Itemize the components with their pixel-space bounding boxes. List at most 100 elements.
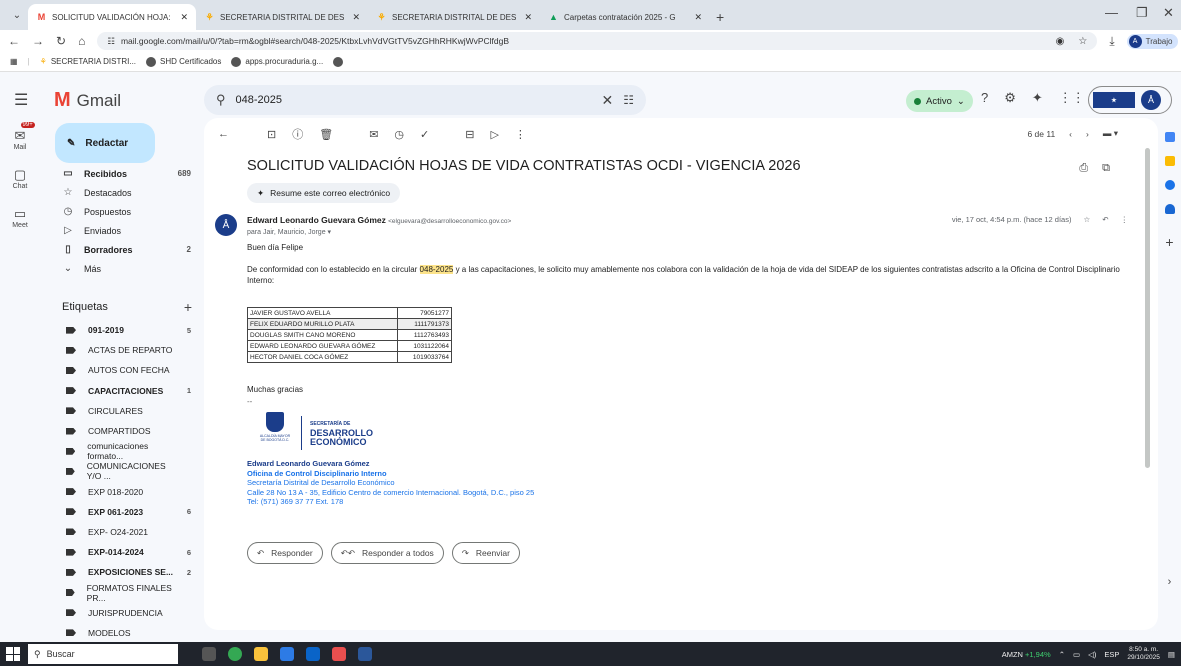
- nav-item-sent[interactable]: ▷ Enviados: [48, 221, 203, 240]
- tray-chevron-icon[interactable]: ⌃: [1059, 650, 1065, 659]
- close-window-icon[interactable]: ✕: [1163, 5, 1174, 21]
- compose-button[interactable]: ✎ Redactar: [55, 123, 155, 163]
- minimize-icon[interactable]: —: [1105, 5, 1118, 20]
- store-icon[interactable]: [280, 647, 294, 661]
- maximize-icon[interactable]: ❐: [1136, 5, 1148, 21]
- reply-button[interactable]: ↶ Responder: [247, 542, 323, 564]
- bookmark-item[interactable]: ⚘ SECRETARIA DISTRI...: [40, 57, 136, 66]
- main-menu-icon[interactable]: ☰: [14, 90, 28, 110]
- clock[interactable]: 8:50 a. m. 29/10/2025: [1127, 646, 1160, 662]
- star-icon[interactable]: ☆: [1083, 215, 1090, 224]
- label-item[interactable]: EXP- O24-2021: [48, 522, 203, 542]
- apps-grid-icon[interactable]: ▦: [10, 57, 18, 66]
- close-tab-icon[interactable]: ✕: [694, 12, 702, 23]
- task-view-icon[interactable]: [202, 647, 216, 661]
- keep-icon[interactable]: [1164, 156, 1175, 166]
- search-icon[interactable]: ⚲: [216, 92, 226, 108]
- mark-unread-icon[interactable]: ✉: [369, 128, 378, 141]
- label-item[interactable]: EXPOSICIONES SE... 2: [48, 562, 203, 582]
- gmail-logo[interactable]: M Gmail: [54, 89, 121, 112]
- stock-widget[interactable]: AMZN +1,94%: [1002, 650, 1051, 659]
- expand-panel-icon[interactable]: ›: [1168, 576, 1172, 588]
- site-info-icon[interactable]: ☷: [107, 36, 115, 47]
- home-icon[interactable]: ⌂: [78, 34, 85, 48]
- label-item[interactable]: COMPARTIDOS: [48, 421, 203, 441]
- volume-icon[interactable]: ◁): [1088, 650, 1096, 659]
- rail-meet[interactable]: ▭ Meet: [0, 206, 40, 229]
- add-task-icon[interactable]: ✓: [420, 128, 429, 141]
- download-icon[interactable]: ⤓: [1109, 34, 1114, 49]
- forward-icon[interactable]: →: [32, 34, 44, 48]
- label-item[interactable]: EXP 018-2020: [48, 482, 203, 502]
- search-input[interactable]: 048-2025: [236, 94, 283, 106]
- add-addon-icon[interactable]: +: [1165, 234, 1173, 250]
- apps-grid-icon[interactable]: ⋮⋮: [1059, 90, 1085, 106]
- browser-tab[interactable]: M SOLICITUD VALIDACIÓN HOJA: ✕: [28, 4, 196, 30]
- contacts-icon[interactable]: [1164, 204, 1175, 214]
- next-icon[interactable]: ›: [1086, 129, 1089, 139]
- nav-item-drafts[interactable]: ▯ Borradores 2: [48, 240, 203, 259]
- taskbar-search[interactable]: ⚲ Buscar: [28, 644, 178, 664]
- browser-tab[interactable]: ⚘ SECRETARIA DISTRITAL DE DES ✕: [196, 4, 368, 30]
- url-field[interactable]: ☷ mail.google.com/mail/u/0/?tab=rm&ogbl#…: [97, 32, 1098, 50]
- word-icon[interactable]: [358, 647, 372, 661]
- more-options-icon[interactable]: ⋮: [1121, 215, 1129, 224]
- recipients[interactable]: para Jair, Mauricio, Jorge ▾: [247, 228, 331, 236]
- label-item[interactable]: EXP-014-2024 6: [48, 542, 203, 562]
- windows-start-icon[interactable]: [6, 647, 20, 661]
- back-arrow-icon[interactable]: ←: [218, 128, 229, 140]
- bookmark-item[interactable]: SHD Certificados: [146, 56, 221, 67]
- bookmark-item[interactable]: [333, 56, 344, 67]
- search-options-icon[interactable]: ☷: [623, 93, 634, 107]
- close-tab-icon[interactable]: ✕: [352, 12, 360, 23]
- nav-item-starred[interactable]: ☆ Destacados: [48, 183, 203, 202]
- nav-item-inbox[interactable]: ▭ Recibidos 689: [48, 164, 203, 183]
- print-icon[interactable]: ⎙: [1079, 162, 1088, 175]
- clear-search-icon[interactable]: ✕: [602, 92, 614, 109]
- input-tools-icon[interactable]: ▬ ▾: [1103, 128, 1118, 139]
- label-icon[interactable]: ▷: [490, 128, 498, 141]
- settings-gear-icon[interactable]: ⚙: [1004, 90, 1016, 106]
- label-item[interactable]: 091-2019 5: [48, 320, 203, 340]
- label-item[interactable]: ACTAS DE REPARTO: [48, 340, 203, 360]
- label-item[interactable]: AUTOS CON FECHA: [48, 360, 203, 380]
- reload-icon[interactable]: ↻: [56, 34, 66, 48]
- label-item[interactable]: CAPACITACIONES 1: [48, 381, 203, 401]
- label-item[interactable]: JURISPRUDENCIA: [48, 603, 203, 623]
- status-chip[interactable]: Activo ⌄: [906, 90, 973, 112]
- add-label-icon[interactable]: +: [184, 299, 192, 315]
- label-item[interactable]: FORMATOS FINALES PR...: [48, 582, 203, 603]
- bookmark-star-icon[interactable]: ☆: [1078, 36, 1087, 47]
- close-tab-icon[interactable]: ✕: [180, 12, 188, 23]
- account-chip[interactable]: ★ Å: [1088, 86, 1172, 114]
- file-explorer-icon[interactable]: [254, 647, 268, 661]
- chrome-icon[interactable]: [228, 647, 242, 661]
- sender-avatar[interactable]: Å: [215, 214, 237, 236]
- report-spam-icon[interactable]: ⓘ: [292, 126, 303, 142]
- mail-app-icon[interactable]: [306, 647, 320, 661]
- summarize-button[interactable]: ✦ Resume este correo electrónico: [247, 183, 401, 203]
- reply-icon[interactable]: ↶: [1102, 215, 1108, 224]
- reply-all-button[interactable]: ↶↶ Responder a todos: [330, 542, 444, 564]
- label-item[interactable]: EXP 061-2023 6: [48, 502, 203, 522]
- notifications-icon[interactable]: ▤: [1168, 650, 1175, 659]
- tasks-icon[interactable]: [1164, 180, 1175, 190]
- network-icon[interactable]: ▭: [1073, 650, 1080, 659]
- more-options-icon[interactable]: ⋮: [515, 128, 526, 141]
- forward-button[interactable]: ↷ Reenviar: [451, 542, 520, 564]
- browser-tab[interactable]: ⚘ SECRETARIA DISTRITAL DE DES ✕: [368, 4, 540, 30]
- rail-chat[interactable]: ▢ Chat: [0, 167, 40, 190]
- search-bar[interactable]: ⚲ 048-2025 ✕ ☷: [204, 85, 646, 115]
- browser-tab[interactable]: ▲ Carpetas contratación 2025 - G ✕: [540, 4, 710, 30]
- prev-icon[interactable]: ‹: [1069, 129, 1072, 139]
- lens-icon[interactable]: ◉: [1056, 36, 1065, 47]
- label-item[interactable]: CIRCULARES: [48, 401, 203, 421]
- back-icon[interactable]: ←: [8, 34, 20, 48]
- profile-chip[interactable]: A Trabajo: [1126, 33, 1179, 49]
- nav-item-snoozed[interactable]: ◷ Pospuestos: [48, 202, 203, 221]
- tab-search-icon[interactable]: ⌄: [6, 4, 28, 26]
- scrollbar[interactable]: [1145, 148, 1150, 468]
- sender-name[interactable]: Edward Leonardo Guevara Gómez: [247, 215, 386, 225]
- new-tab-icon[interactable]: +: [710, 4, 730, 30]
- label-item[interactable]: comunicaciones formato...: [48, 441, 203, 461]
